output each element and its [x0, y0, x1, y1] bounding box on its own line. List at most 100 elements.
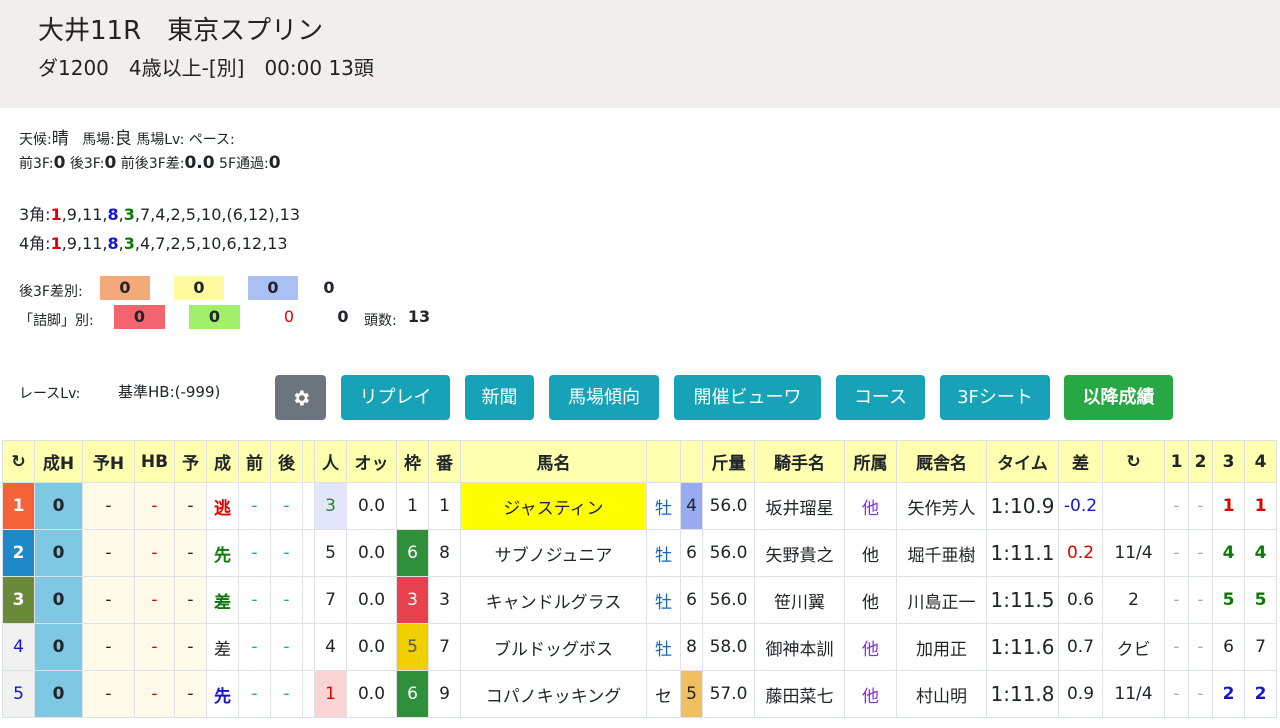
col-header-pop[interactable]: 人	[314, 440, 347, 483]
style-cell: 先	[206, 529, 239, 577]
col-header-time[interactable]: タイム	[986, 440, 1059, 483]
col-header-aff[interactable]: 所属	[844, 440, 897, 483]
horse-name[interactable]: ジャスティン	[460, 482, 647, 530]
mae-cell: -	[238, 529, 271, 577]
corner-3: 3角:1,9,11,8,3,7,4,2,5,10,(6,12),13	[19, 205, 301, 224]
col-header-yoh[interactable]: 予H	[82, 440, 135, 483]
col-header-waku[interactable]: 枠	[396, 440, 429, 483]
jockey-cell[interactable]: 御神本訓	[754, 623, 845, 671]
col-header-p4[interactable]: 4	[1244, 440, 1277, 483]
diff-cell: -0.2	[1058, 482, 1103, 530]
track-trend-button[interactable]: 馬場傾向	[549, 375, 659, 420]
trainer-cell[interactable]: 矢作芳人	[896, 482, 987, 530]
tsume-plain: 0	[337, 307, 349, 326]
sheet-3f-button[interactable]: 3Fシート	[940, 375, 1050, 420]
sex-cell: セ	[646, 670, 681, 718]
aff-cell: 他	[844, 623, 897, 671]
col-header-refresh-2[interactable]: ↻	[1102, 440, 1165, 483]
odds-cell: 0.0	[346, 623, 397, 671]
table-row: 2 0 - - - 先 - - 5 0.0 6 8 サブノジュニア 牡 6 56…	[2, 529, 1277, 577]
yo-cell: -	[174, 529, 207, 577]
odds-cell: 0.0	[346, 482, 397, 530]
p4-cell: 1	[1244, 482, 1277, 530]
later-results-button[interactable]: 以降成績	[1064, 375, 1173, 420]
col-header-sei[interactable]: 成	[206, 440, 239, 483]
col-header-p2[interactable]: 2	[1188, 440, 1213, 483]
trainer-cell[interactable]: 川島正一	[896, 576, 987, 624]
ban-cell: 1	[428, 482, 461, 530]
race-subtitle: ダ1200 4歳以上-[別] 00:00 13頭	[38, 56, 374, 80]
table-row: 4 0 - - - 差 - - 4 0.0 5 7 ブルドッグボス 牡 8 58…	[2, 623, 1277, 671]
table-row: 3 0 - - - 差 - - 7 0.0 3 3 キャンドルグラス 牡 6 5…	[2, 576, 1277, 624]
table-row: 1 0 - - - 逃 - - 3 0.0 1 1 ジャスティン 牡 4 56.…	[2, 482, 1277, 530]
corner-3-rest: ,9,11,	[61, 205, 108, 224]
sex-cell: 牡	[646, 623, 681, 671]
news-button[interactable]: 新聞	[465, 375, 534, 420]
odds-cell: 0.0	[346, 529, 397, 577]
col-header-yo[interactable]: 予	[174, 440, 207, 483]
pop-cell: 7	[314, 576, 347, 624]
trainer-cell[interactable]: 堀千亜樹	[896, 529, 987, 577]
margin-cell: 11/4	[1102, 529, 1165, 577]
corner-3-second: 8	[107, 205, 119, 224]
p1-cell: -	[1164, 576, 1189, 624]
hb-cell: -	[134, 482, 175, 530]
horse-name[interactable]: サブノジュニア	[460, 529, 647, 577]
seih-cell: 0	[34, 623, 83, 671]
corner-4-second: 8	[107, 234, 119, 253]
jockey-cell[interactable]: 坂井瑠星	[754, 482, 845, 530]
horse-name[interactable]: コパノキッキング	[460, 670, 647, 718]
hb-cell: -	[134, 623, 175, 671]
col-header-diff[interactable]: 差	[1058, 440, 1103, 483]
course-button[interactable]: コース	[836, 375, 925, 420]
meeting-viewer-button[interactable]: 開催ビューワ	[674, 375, 821, 420]
horse-name[interactable]: キャンドルグラス	[460, 576, 647, 624]
yoh-cell: -	[82, 529, 135, 577]
aff-cell: 他	[844, 529, 897, 577]
l3-diff-label: 後3F差別:	[19, 284, 83, 300]
table-header-row: ↻ 成H 予H HB 予 成 前 後 人 オッ 枠 番 馬名 斤量 騎手名 所属…	[2, 440, 1277, 483]
col-header-ato[interactable]: 後	[270, 440, 303, 483]
col-header-jockey[interactable]: 騎手名	[754, 440, 845, 483]
refresh-icon: ↻	[11, 451, 26, 472]
col-header-refresh[interactable]: ↻	[2, 440, 35, 483]
col-header-seih[interactable]: 成H	[34, 440, 83, 483]
jockey-cell[interactable]: 矢野貴之	[754, 529, 845, 577]
col-header-p1[interactable]: 1	[1164, 440, 1189, 483]
gap-cell	[302, 529, 315, 577]
trainer-cell[interactable]: 加用正	[896, 623, 987, 671]
gap-cell	[302, 623, 315, 671]
corner-4-first: 1	[50, 234, 62, 253]
col-header-trainer[interactable]: 厩舎名	[896, 440, 987, 483]
settings-button[interactable]	[275, 375, 326, 420]
p3-cell: 4	[1212, 529, 1245, 577]
ato-cell: -	[270, 670, 303, 718]
kin-cell: 56.0	[702, 529, 755, 577]
col-header-mae[interactable]: 前	[238, 440, 271, 483]
p3-cell: 2	[1212, 670, 1245, 718]
sex-cell: 牡	[646, 482, 681, 530]
gap-cell	[302, 482, 315, 530]
col-header-odds[interactable]: オッ	[346, 440, 397, 483]
style-cell: 逃	[206, 482, 239, 530]
ato-cell: -	[270, 482, 303, 530]
corner-4-third: 3	[123, 234, 135, 253]
col-header-hb[interactable]: HB	[134, 440, 175, 483]
conditions-row-1: 天候:晴 馬場:良 馬場Lv: ペース:	[19, 124, 235, 149]
col-header-ban[interactable]: 番	[428, 440, 461, 483]
col-header-kin[interactable]: 斤量	[702, 440, 755, 483]
p1-cell: -	[1164, 623, 1189, 671]
jockey-cell[interactable]: 笹川翼	[754, 576, 845, 624]
yoh-cell: -	[82, 670, 135, 718]
horse-name[interactable]: ブルドッグボス	[460, 623, 647, 671]
p1-cell: -	[1164, 482, 1189, 530]
rank-cell: 4	[2, 623, 35, 671]
col-header-p3[interactable]: 3	[1212, 440, 1245, 483]
jockey-cell[interactable]: 藤田菜七	[754, 670, 845, 718]
rank-cell: 5	[2, 670, 35, 718]
corner-4-label: 4角:	[19, 234, 51, 253]
trainer-cell[interactable]: 村山明	[896, 670, 987, 718]
diff-cell: 0.6	[1058, 576, 1103, 624]
col-header-name[interactable]: 馬名	[460, 440, 647, 483]
replay-button[interactable]: リプレイ	[341, 375, 450, 420]
